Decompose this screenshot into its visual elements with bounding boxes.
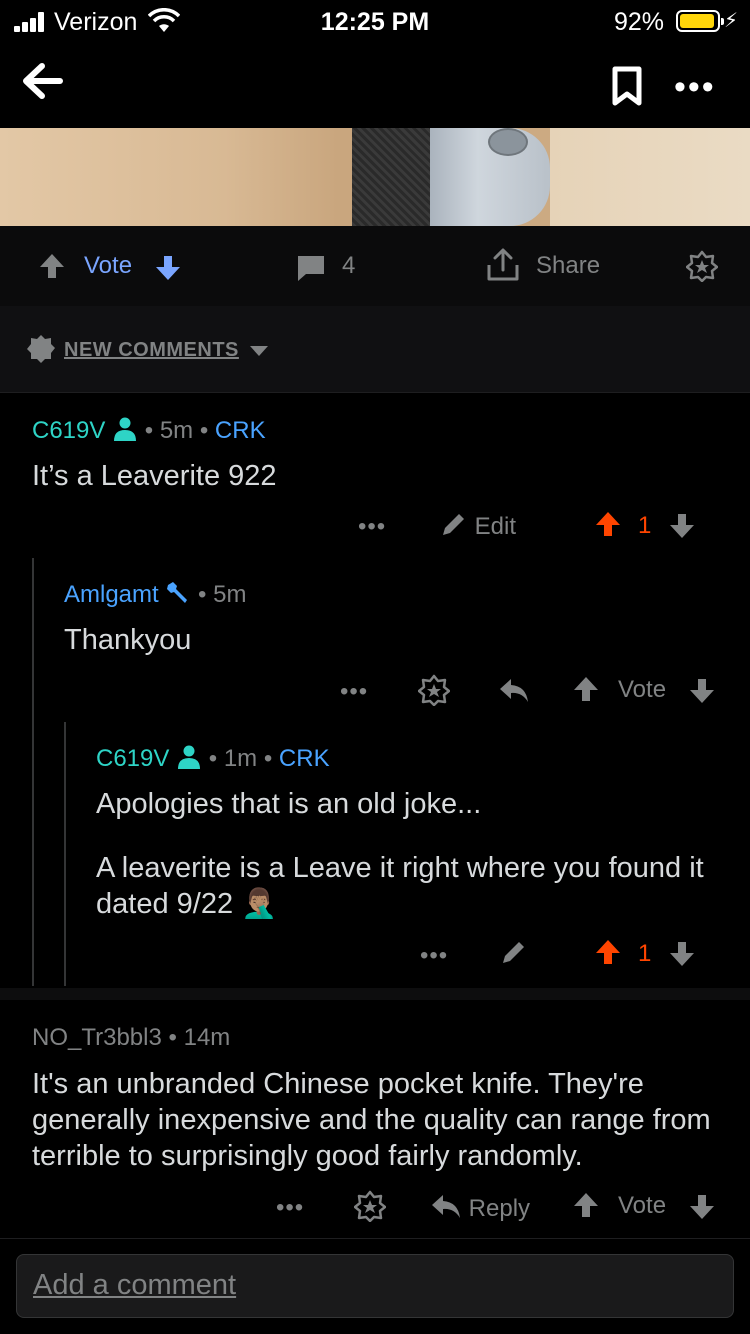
facepalm-emoji: 🤦🏽‍♂️ <box>241 888 278 920</box>
comment-time: 5m <box>213 581 247 608</box>
comment-time: 5m <box>159 417 194 444</box>
comment-count: 4 <box>342 252 356 279</box>
comment-meta: C619V • 1m • CRK <box>96 744 330 772</box>
more-options-icon[interactable]: ••• <box>420 942 448 970</box>
comment-body: Apologies that is an old joke... <box>96 788 482 820</box>
battery-icon <box>676 10 724 32</box>
downvote-icon[interactable] <box>154 254 182 282</box>
knife-pivot <box>488 128 528 156</box>
downvote-icon[interactable] <box>688 677 716 705</box>
divider <box>0 1238 750 1239</box>
more-options-icon[interactable]: ••• <box>358 513 386 541</box>
comment-score: 1 <box>638 512 652 539</box>
upvote-icon[interactable] <box>572 1191 600 1219</box>
more-options-icon[interactable]: ••• <box>674 68 716 107</box>
vote-label: Vote <box>618 1192 667 1219</box>
comment-score: 1 <box>638 940 652 967</box>
upvote-icon[interactable] <box>38 252 66 280</box>
person-icon <box>112 416 138 442</box>
sort-label[interactable]: NEW COMMENTS <box>64 339 239 362</box>
reply-label: Reply <box>468 1195 531 1222</box>
downvote-icon[interactable] <box>668 512 696 540</box>
add-comment-placeholder: Add a comment <box>33 1269 237 1301</box>
person-icon <box>176 744 202 770</box>
post-image[interactable] <box>0 128 750 226</box>
post-vote-label: Vote <box>84 252 133 279</box>
reply-icon <box>430 1192 462 1220</box>
battery-percent: 92% <box>613 8 664 36</box>
more-options-icon[interactable]: ••• <box>340 678 368 706</box>
comment-body: It’s a Leaverite 922 <box>32 460 277 492</box>
edit-button[interactable]: Edit <box>440 510 516 541</box>
add-comment-input[interactable]: Add a comment <box>16 1254 734 1318</box>
back-arrow-icon[interactable] <box>20 56 64 106</box>
reply-button[interactable]: Reply <box>430 1192 530 1223</box>
sort-badge-icon <box>26 334 56 364</box>
pencil-icon <box>440 510 468 538</box>
thread-line[interactable] <box>64 722 66 986</box>
more-options-icon[interactable]: ••• <box>276 1194 304 1222</box>
share-label[interactable]: Share <box>536 252 600 280</box>
comment-meta: C619V • 5m • CRK <box>32 416 266 444</box>
comment-time: 14m <box>183 1024 231 1051</box>
wrench-icon <box>165 580 191 606</box>
charging-bolt-icon: ⚡ <box>723 10 738 32</box>
comment-author[interactable]: C619V <box>96 745 169 772</box>
comment-flair: CRK <box>278 745 330 772</box>
comment-meta: Amlgamt • 5m <box>64 580 247 608</box>
share-icon[interactable] <box>486 248 520 282</box>
top-nav-bar: ••• <box>0 44 750 128</box>
comment-flair: CRK <box>214 417 266 444</box>
pencil-icon[interactable] <box>500 938 528 966</box>
award-icon[interactable] <box>686 250 718 282</box>
bookmark-icon[interactable] <box>612 66 642 106</box>
downvote-icon[interactable] <box>688 1193 716 1221</box>
comment-meta: NO_Tr3bbl3 • 14m <box>32 1024 231 1051</box>
comment-body: Thankyou <box>64 624 192 656</box>
award-icon[interactable] <box>354 1190 386 1222</box>
comment-body: A leaverite is a Leave it right where yo… <box>96 852 704 920</box>
downvote-icon[interactable] <box>668 940 696 968</box>
chevron-down-icon[interactable] <box>250 346 268 356</box>
comment-icon[interactable] <box>296 254 326 282</box>
comment-author[interactable]: Amlgamt <box>64 581 159 608</box>
comment-time: 1m <box>223 745 258 772</box>
edit-label: Edit <box>474 513 517 540</box>
comment-sort-bar[interactable]: NEW COMMENTS <box>0 306 750 393</box>
vote-label: Vote <box>618 676 667 703</box>
upvote-icon[interactable] <box>572 675 600 703</box>
upvote-icon[interactable] <box>594 510 622 538</box>
comment-body: It's an unbranded Chinese pocket knife. … <box>32 1068 711 1172</box>
reply-icon[interactable] <box>498 676 530 704</box>
award-icon[interactable] <box>418 674 450 706</box>
status-bar: Verizon 12:25 PM 92% ⚡ <box>0 0 750 44</box>
comment-author[interactable]: NO_Tr3bbl3 <box>32 1024 162 1051</box>
thread-line[interactable] <box>32 558 34 986</box>
comment-author[interactable]: C619V <box>32 417 105 444</box>
post-action-bar: Vote 4 Share <box>0 226 750 306</box>
comment-divider <box>0 988 750 1000</box>
upvote-icon[interactable] <box>594 938 622 966</box>
